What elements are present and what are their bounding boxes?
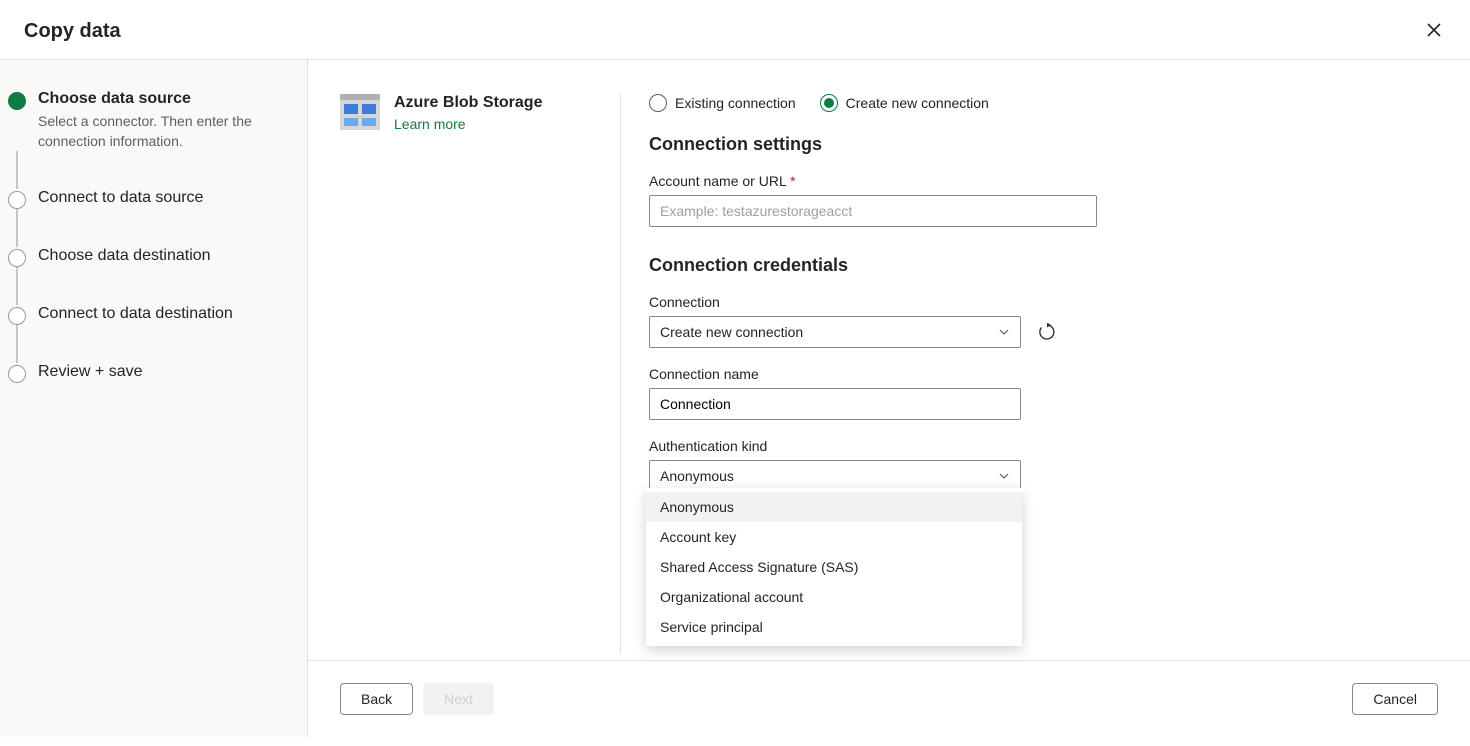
step-connector-line [16, 325, 18, 363]
next-button: Next [423, 683, 494, 715]
step-description: Select a connector. Then enter the conne… [38, 112, 268, 151]
connector-header: Azure Blob Storage Learn more [340, 94, 620, 660]
step-choose-data-source[interactable]: Choose data source Select a connector. T… [8, 90, 291, 151]
authentication-kind-label: Authentication kind [649, 438, 1430, 454]
dialog-footer: Back Next Cancel [308, 660, 1470, 737]
close-icon [1426, 22, 1442, 38]
auth-option-anonymous[interactable]: Anonymous [646, 492, 1022, 522]
step-label: Connect to data source [38, 189, 203, 207]
cancel-button[interactable]: Cancel [1352, 683, 1438, 715]
connection-settings-heading: Connection settings [649, 134, 1430, 155]
radio-icon [820, 94, 838, 112]
step-connect-to-data-destination[interactable]: Connect to data destination [8, 305, 291, 325]
refresh-icon [1038, 323, 1056, 341]
step-connector-line [16, 267, 18, 305]
dialog-header: Copy data [0, 0, 1470, 60]
auth-option-account-key[interactable]: Account key [646, 522, 1022, 552]
connection-name-input[interactable] [649, 388, 1021, 420]
auth-option-service-principal[interactable]: Service principal [646, 612, 1022, 642]
step-label: Review + save [38, 363, 143, 381]
azure-blob-storage-icon [340, 94, 380, 130]
divider [620, 94, 621, 654]
radio-existing-connection[interactable]: Existing connection [649, 94, 796, 112]
auth-option-sas[interactable]: Shared Access Signature (SAS) [646, 552, 1022, 582]
step-connector-line [16, 151, 18, 189]
step-indicator-icon [8, 365, 26, 383]
connection-mode-radio-group: Existing connection Create new connectio… [649, 94, 1430, 112]
radio-label: Create new connection [846, 95, 989, 111]
step-indicator-icon [8, 307, 26, 325]
step-connect-to-data-source[interactable]: Connect to data source [8, 189, 291, 209]
connection-label: Connection [649, 294, 1021, 310]
step-label: Choose data source [38, 90, 268, 108]
back-button[interactable]: Back [340, 683, 413, 715]
step-choose-data-destination[interactable]: Choose data destination [8, 247, 291, 267]
step-review-save[interactable]: Review + save [8, 363, 291, 383]
refresh-button[interactable] [1035, 320, 1059, 344]
connection-select[interactable]: Create new connection [649, 316, 1021, 348]
account-name-label: Account name or URL * [649, 173, 1430, 189]
connection-credentials-heading: Connection credentials [649, 255, 1430, 276]
chevron-down-icon [998, 326, 1010, 338]
close-button[interactable] [1422, 18, 1446, 45]
radio-icon [649, 94, 667, 112]
account-name-input[interactable] [649, 195, 1097, 227]
step-connector-line [16, 209, 18, 247]
step-indicator-icon [8, 191, 26, 209]
connector-name: Azure Blob Storage [394, 94, 542, 112]
step-indicator-icon [8, 92, 26, 110]
select-value: Anonymous [660, 468, 734, 484]
wizard-sidebar: Choose data source Select a connector. T… [0, 60, 308, 737]
radio-create-new-connection[interactable]: Create new connection [820, 94, 989, 112]
learn-more-link[interactable]: Learn more [394, 116, 542, 132]
connection-name-label: Connection name [649, 366, 1430, 382]
chevron-down-icon [998, 470, 1010, 482]
step-label: Choose data destination [38, 247, 211, 265]
step-label: Connect to data destination [38, 305, 233, 323]
select-value: Create new connection [660, 324, 803, 340]
authentication-kind-dropdown: Anonymous Account key Shared Access Sign… [646, 488, 1022, 646]
auth-option-organizational[interactable]: Organizational account [646, 582, 1022, 612]
dialog-title: Copy data [24, 20, 121, 43]
radio-label: Existing connection [675, 95, 796, 111]
step-indicator-icon [8, 249, 26, 267]
